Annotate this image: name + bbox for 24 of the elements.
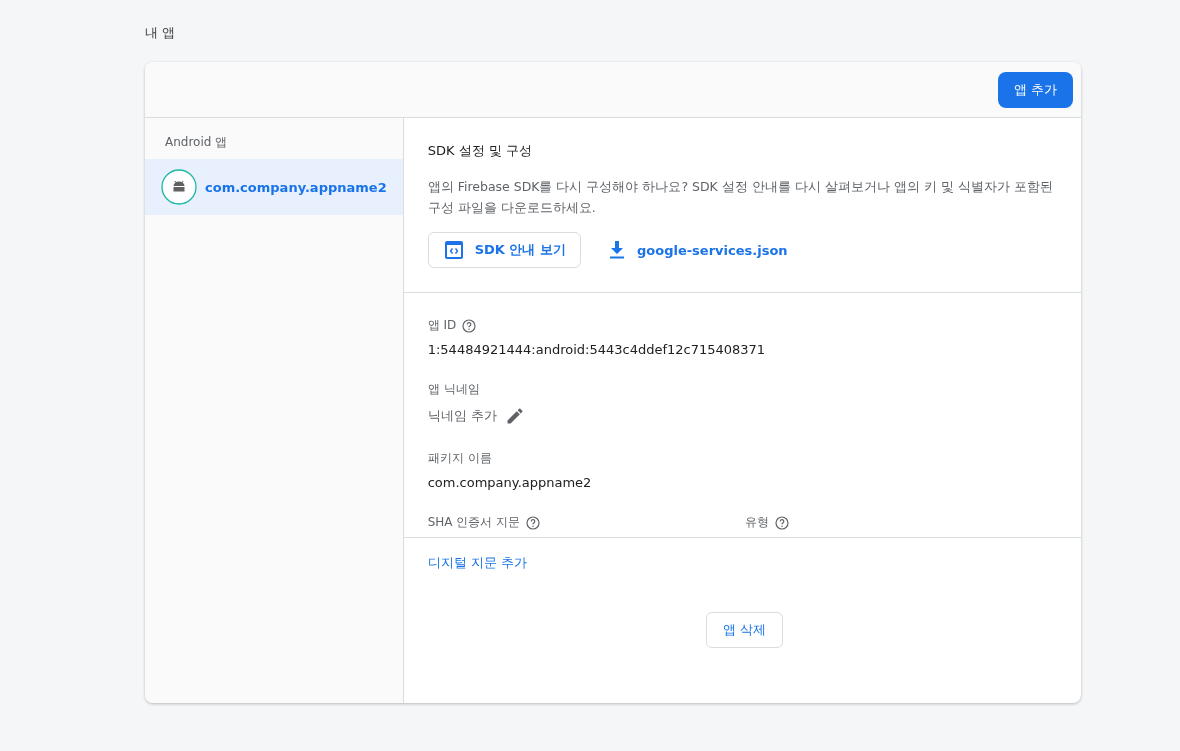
- add-fingerprint-link[interactable]: 디지털 지문 추가: [427, 555, 527, 570]
- download-link[interactable]: google-services.json: [608, 241, 788, 259]
- delete-app-button[interactable]: 앱 삭제: [706, 612, 784, 648]
- app-list-item[interactable]: com.company.appname2: [145, 159, 403, 215]
- field-value: com.company.appname2: [427, 475, 593, 490]
- page-title: 내 앱: [145, 24, 177, 42]
- help-icon[interactable]: [462, 318, 477, 333]
- field-label: 앱 닉네임: [427, 381, 480, 398]
- field-value: 1:54484921444:android:5443c4ddef12c715408371: [427, 342, 767, 357]
- help-icon[interactable]: [526, 515, 541, 530]
- help-icon[interactable]: [774, 515, 789, 530]
- description-text: 앱의 Firebase SDK를 다시 구성해야 하나요? SDK 설정 안내를 다시 살펴보거나 앱의 키 및 식별자가 포함된 구성 파일을 다운로드하세요.: [427, 178, 1054, 217]
- nickname-add-text: 닉네임 추가: [427, 407, 497, 425]
- field-label: 패키지 이름: [427, 450, 492, 467]
- add-app-button[interactable]: 앱 추가: [997, 71, 1073, 108]
- column-header: 유형: [744, 514, 769, 531]
- sidebar-heading: Android 앱: [164, 134, 229, 151]
- android-icon: [161, 169, 197, 205]
- section-title: SDK 설정 및 구성: [427, 142, 533, 160]
- code-icon: [444, 241, 463, 259]
- download-icon: [608, 241, 625, 259]
- column-header: SHA 인증서 지문: [427, 514, 521, 531]
- sdk-guide-button[interactable]: SDK 안내 보기: [427, 232, 581, 268]
- field-label: 앱 ID: [427, 317, 457, 334]
